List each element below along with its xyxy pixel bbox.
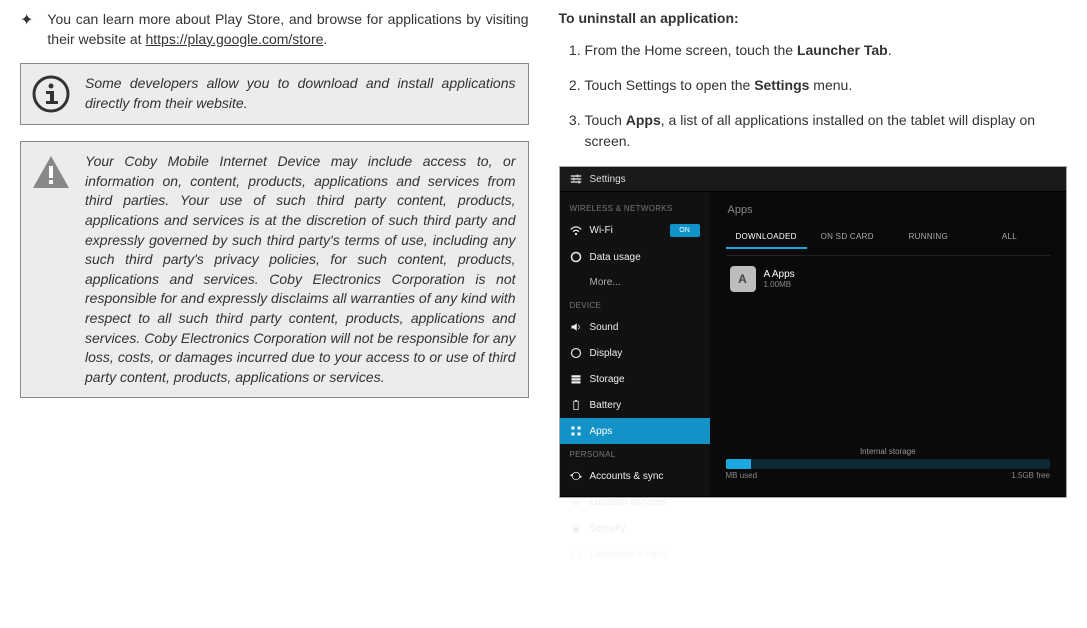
- step-3: Touch Apps, a list of all applications i…: [585, 110, 1068, 152]
- step-1-bold: Launcher Tab: [797, 42, 888, 58]
- side-head-device: DEVICE: [560, 295, 710, 314]
- info-icon: [31, 74, 71, 114]
- app-list-item[interactable]: A A Apps 1.00MB: [726, 255, 1051, 302]
- info-callout: Some developers allow you to download an…: [20, 63, 529, 125]
- accounts-label: Accounts & sync: [590, 471, 664, 482]
- language-label: Language & input: [590, 549, 668, 560]
- step-1-post: .: [888, 42, 892, 58]
- sidebar-item-wifi[interactable]: Wi-Fi ON: [560, 217, 710, 244]
- step-2-post: menu.: [809, 77, 852, 93]
- play-store-text: You can learn more about Play Store, and…: [47, 10, 528, 49]
- settings-main: Apps DOWNLOADED ON SD CARD RUNNING ALL A…: [710, 192, 1067, 496]
- tab-running[interactable]: RUNNING: [888, 226, 969, 249]
- uninstall-steps: From the Home screen, touch the Launcher…: [559, 40, 1068, 152]
- sidebar-item-language[interactable]: Language & input: [560, 541, 710, 567]
- info-text: Some developers allow you to download an…: [85, 74, 516, 114]
- wifi-label: Wi-Fi: [590, 225, 613, 236]
- storage-label: Storage: [590, 374, 625, 385]
- side-head-personal: PERSONAL: [560, 444, 710, 463]
- step-2-pre: Touch Settings to open the: [585, 77, 755, 93]
- more-label: More...: [590, 277, 621, 288]
- main-title: Apps: [726, 200, 1051, 226]
- language-icon: [570, 548, 582, 560]
- data-usage-icon: [570, 251, 582, 263]
- sidebar-item-accounts[interactable]: Accounts & sync: [560, 463, 710, 489]
- tab-sd[interactable]: ON SD CARD: [807, 226, 888, 249]
- step-2: Touch Settings to open the Settings menu…: [585, 75, 1068, 96]
- app-name: A Apps: [764, 269, 795, 280]
- storage-used: MB used: [726, 471, 758, 480]
- compass-icon: ✦: [20, 10, 33, 49]
- settings-title: Settings: [590, 174, 626, 185]
- sound-icon: [570, 321, 582, 333]
- sidebar-item-display[interactable]: Display: [560, 340, 710, 366]
- app-icon: A: [730, 266, 756, 292]
- warning-text: Your Coby Mobile Internet Device may inc…: [85, 152, 516, 387]
- battery-icon: [570, 399, 582, 411]
- storage-free: 1.5GB free: [1011, 471, 1050, 480]
- security-label: Security: [590, 523, 626, 534]
- wifi-icon: [570, 225, 582, 237]
- tab-all[interactable]: ALL: [969, 226, 1050, 249]
- storage-icon: [570, 373, 582, 385]
- apps-tabs: DOWNLOADED ON SD CARD RUNNING ALL: [726, 226, 1051, 249]
- step-3-pre: Touch: [585, 112, 626, 128]
- battery-label: Battery: [590, 400, 622, 411]
- app-meta: A Apps 1.00MB: [764, 269, 795, 289]
- settings-screenshot: Settings WIRELESS & NETWORKS Wi-Fi ON Da…: [559, 166, 1068, 498]
- play-store-link[interactable]: https://play.google.com/store: [145, 31, 323, 47]
- left-column: ✦ You can learn more about Play Store, a…: [20, 10, 529, 498]
- display-icon: [570, 347, 582, 359]
- bullet-suffix: .: [323, 31, 327, 47]
- step-1-pre: From the Home screen, touch the: [585, 42, 797, 58]
- sidebar-item-apps[interactable]: Apps: [560, 418, 710, 444]
- sound-label: Sound: [590, 322, 619, 333]
- tab-downloaded[interactable]: DOWNLOADED: [726, 226, 807, 249]
- display-label: Display: [590, 348, 623, 359]
- app-size: 1.00MB: [764, 280, 795, 289]
- sync-icon: [570, 470, 582, 482]
- sidebar-item-security[interactable]: Security: [560, 515, 710, 541]
- sidebar-item-location[interactable]: Location services: [560, 489, 710, 515]
- data-usage-label: Data usage: [590, 252, 641, 263]
- warning-callout: Your Coby Mobile Internet Device may inc…: [20, 141, 529, 398]
- sidebar-item-storage[interactable]: Storage: [560, 366, 710, 392]
- wifi-toggle[interactable]: ON: [670, 224, 700, 237]
- settings-sidebar: WIRELESS & NETWORKS Wi-Fi ON Data usage …: [560, 192, 710, 496]
- apps-icon: [570, 425, 582, 437]
- side-head-wireless: WIRELESS & NETWORKS: [560, 198, 710, 217]
- step-2-bold: Settings: [754, 77, 809, 93]
- sidebar-item-more[interactable]: More...: [560, 270, 710, 295]
- right-column: To uninstall an application: From the Ho…: [559, 10, 1068, 498]
- lock-icon: [570, 522, 582, 534]
- location-icon: [570, 496, 582, 508]
- apps-label: Apps: [590, 426, 613, 437]
- location-label: Location services: [590, 497, 667, 508]
- step-3-bold: Apps: [626, 112, 661, 128]
- warning-icon: [31, 152, 71, 192]
- step-1: From the Home screen, touch the Launcher…: [585, 40, 1068, 61]
- storage-strip: Internal storage MB used 1.5GB free: [726, 447, 1051, 480]
- storage-bar: [726, 459, 1051, 469]
- play-store-bullet: ✦ You can learn more about Play Store, a…: [20, 10, 529, 49]
- sidebar-item-sound[interactable]: Sound: [560, 314, 710, 340]
- settings-title-bar: Settings: [560, 167, 1067, 192]
- sidebar-item-battery[interactable]: Battery: [560, 392, 710, 418]
- storage-strip-label: Internal storage: [726, 447, 1051, 456]
- sliders-icon: [570, 173, 582, 185]
- uninstall-heading: To uninstall an application:: [559, 10, 1068, 26]
- sidebar-item-data-usage[interactable]: Data usage: [560, 244, 710, 270]
